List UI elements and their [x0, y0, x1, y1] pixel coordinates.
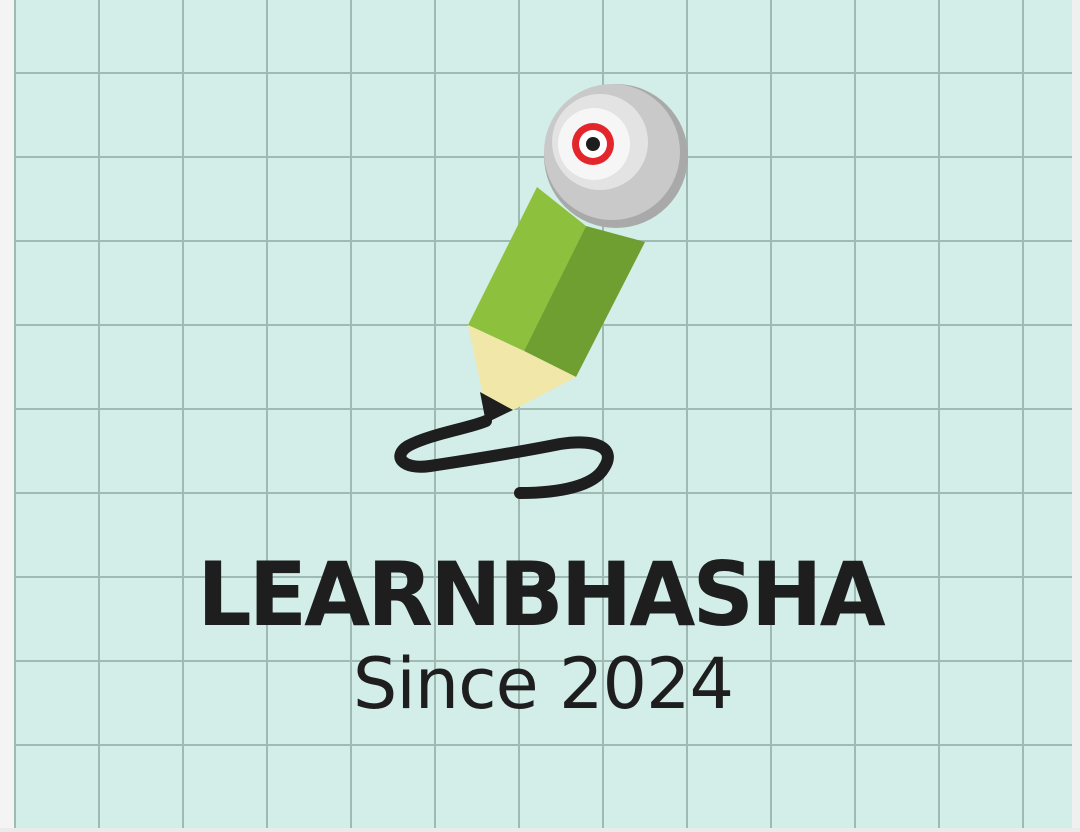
pencil-with-lens-icon [394, 84, 688, 499]
target-icon-center [586, 137, 600, 151]
brand-name: LEARNBHASHA [197, 543, 885, 646]
frame-edge-bottom [0, 828, 1080, 832]
scribble-line-icon [394, 415, 614, 499]
image-frame: LEARNBHASHA Since 2024 [0, 0, 1080, 832]
tagline-since: Since 2024 [352, 643, 734, 725]
